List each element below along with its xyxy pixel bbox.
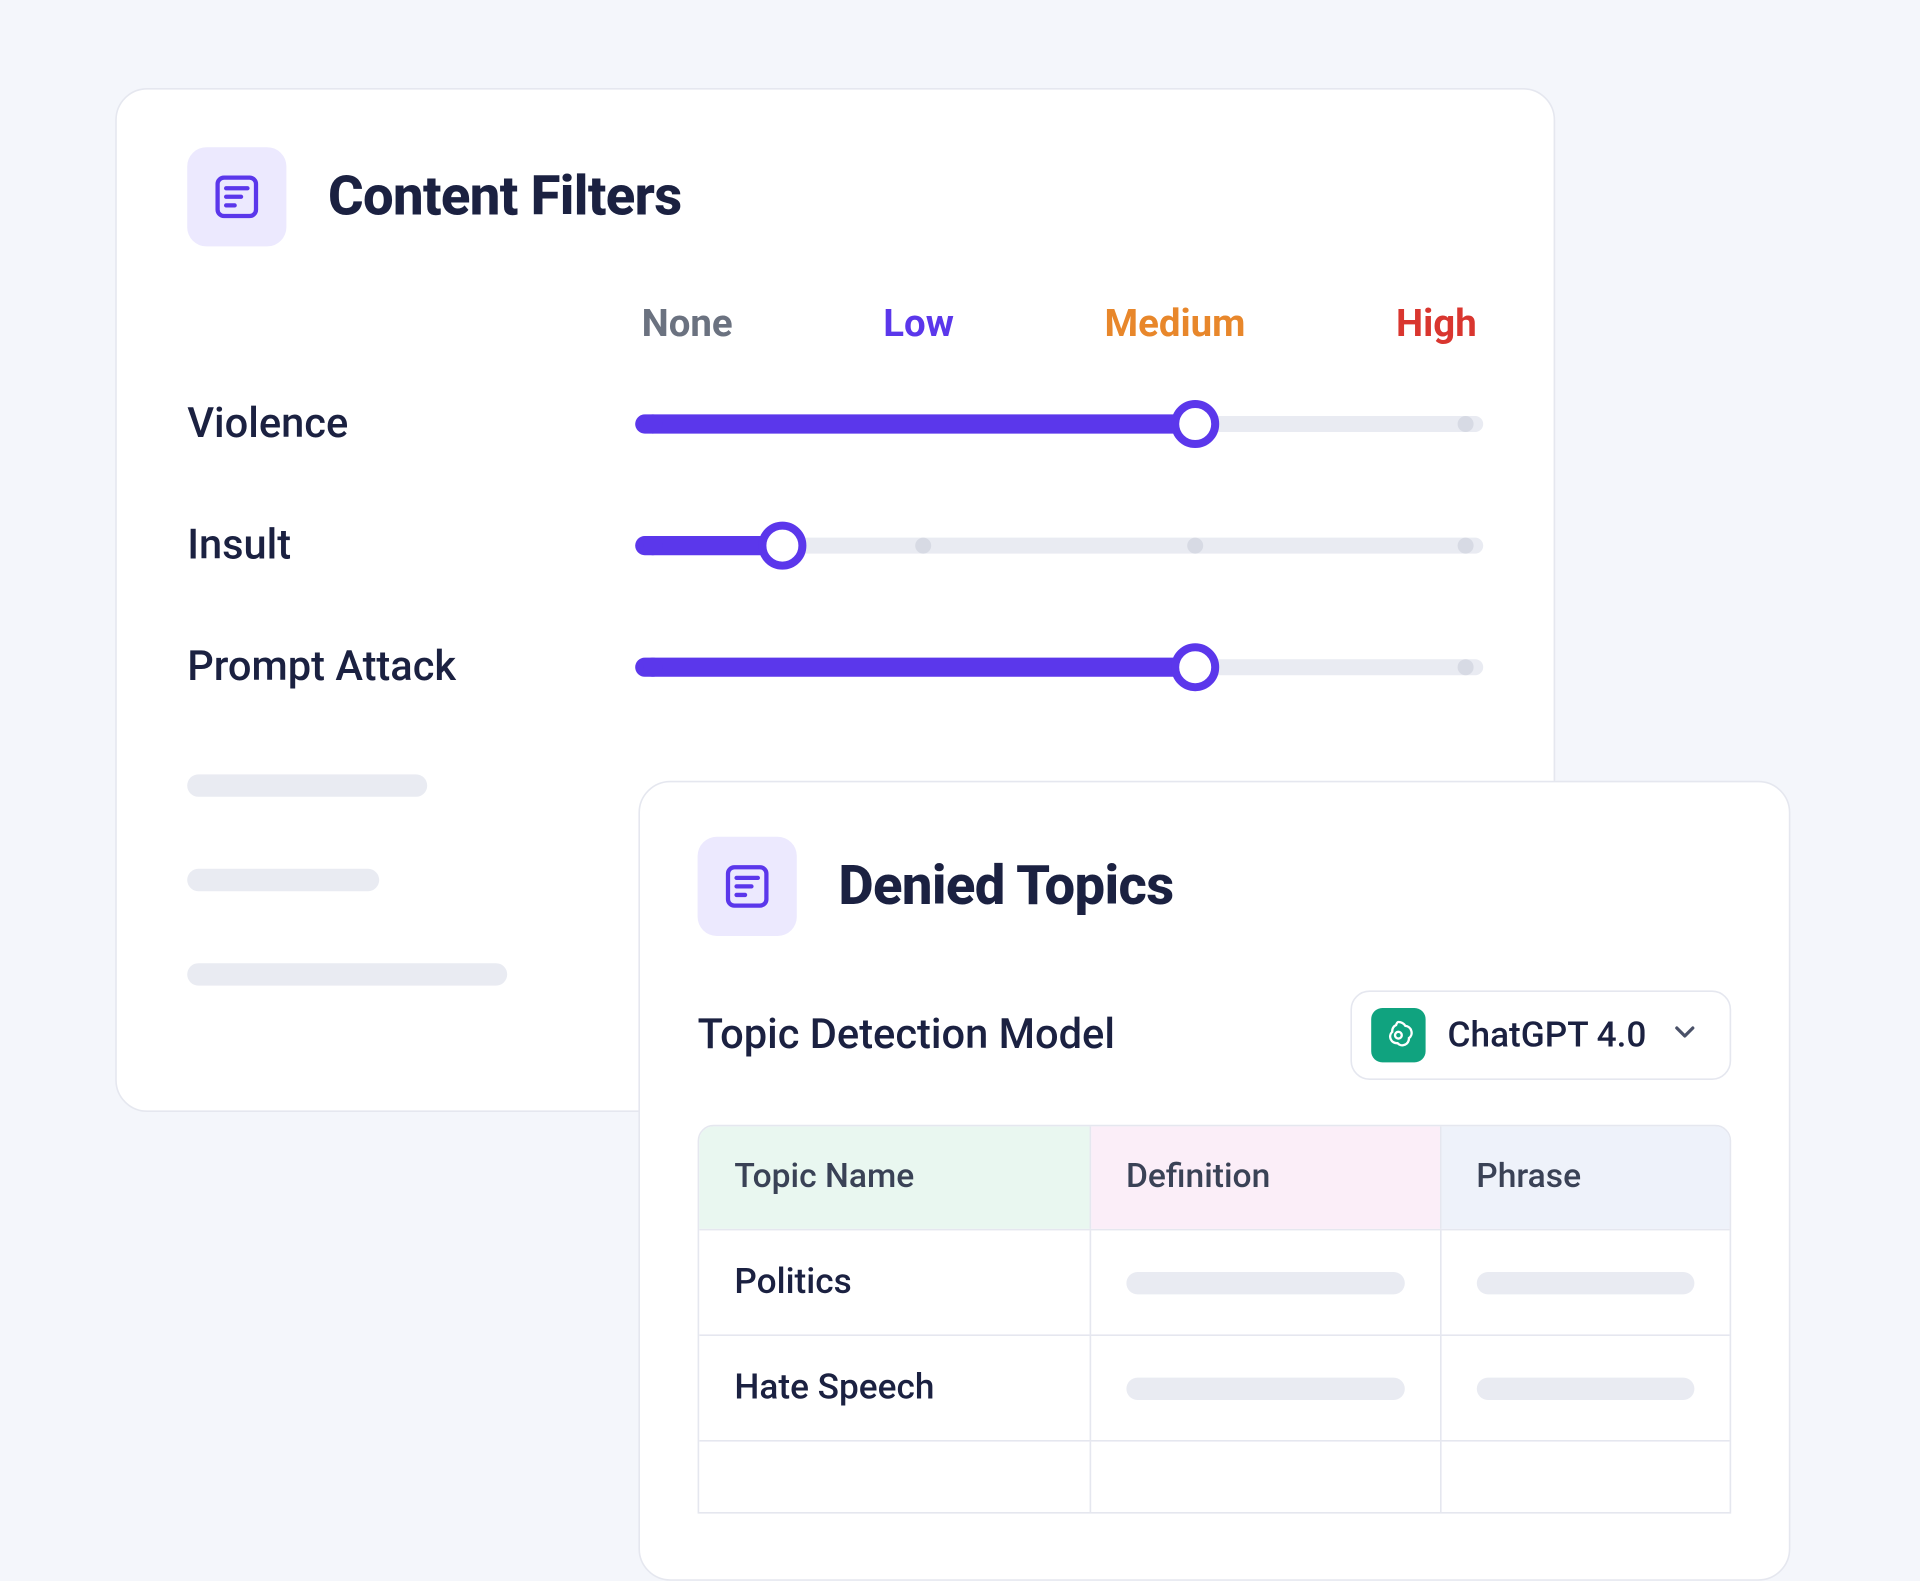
definition-cell [1091, 1336, 1441, 1440]
table-header: Topic Name Definition Phrase [699, 1126, 1729, 1230]
card-header: Content Filters [187, 147, 1483, 246]
filter-name: Violence [187, 400, 635, 448]
slider-thumb[interactable] [1171, 643, 1219, 691]
level-high: High [1396, 301, 1477, 346]
viewport: Content Filters None Low Medium High Vio… [0, 0, 1920, 1576]
filter-slider[interactable] [635, 645, 1483, 690]
model-row: Topic Detection Model ChatGPT 4.0 [698, 990, 1732, 1080]
openai-icon [1371, 1008, 1425, 1062]
col-topic-name: Topic Name [699, 1126, 1091, 1228]
placeholder-line [187, 869, 379, 891]
model-name: ChatGPT 4.0 [1448, 1015, 1647, 1055]
slider-tick [643, 658, 662, 677]
placeholder-line [187, 963, 507, 985]
phrase-cell [1441, 1336, 1730, 1440]
level-low: Low [883, 301, 954, 346]
card-header: Denied Topics [698, 837, 1732, 936]
placeholder-line [1126, 1377, 1404, 1399]
slider-tick [643, 414, 662, 433]
phrase-cell [1441, 1230, 1730, 1334]
table-row[interactable]: Politics [699, 1230, 1729, 1336]
model-label: Topic Detection Model [698, 1011, 1115, 1059]
topic-name-cell: Politics [699, 1230, 1091, 1334]
slider-tick [643, 536, 662, 555]
col-definition: Definition [1091, 1126, 1441, 1228]
filter-row: Insult [187, 502, 1483, 588]
topics-table: Topic Name Definition Phrase PoliticsHat… [698, 1125, 1732, 1514]
chevron-down-icon [1669, 1016, 1701, 1054]
filter-row: Prompt Attack [187, 624, 1483, 710]
topic-name-cell: Hate Speech [699, 1336, 1091, 1440]
card-title: Content Filters [328, 165, 682, 229]
definition-cell [1091, 1230, 1441, 1334]
slider-tick [1458, 659, 1474, 675]
filter-list-icon [698, 837, 797, 936]
placeholder-line [187, 774, 427, 796]
filter-slider[interactable] [635, 402, 1483, 447]
slider-tick [1458, 538, 1474, 554]
slider-thumb[interactable] [758, 522, 806, 570]
filter-name: Insult [187, 522, 635, 570]
denied-topics-card: Denied Topics Topic Detection Model Chat… [638, 781, 1790, 1581]
placeholder-line [1476, 1377, 1694, 1399]
level-medium: Medium [1105, 301, 1246, 346]
filter-name: Prompt Attack [187, 643, 635, 691]
col-phrase: Phrase [1441, 1126, 1730, 1228]
slider-tick [1187, 538, 1203, 554]
table-row [699, 1442, 1729, 1512]
placeholder-line [1126, 1271, 1404, 1293]
slider-thumb[interactable] [1171, 400, 1219, 448]
card-title: Denied Topics [838, 854, 1173, 918]
filter-list-icon [187, 147, 286, 246]
level-none: None [642, 301, 733, 346]
levels-row: None Low Medium High [187, 301, 1483, 346]
filter-slider[interactable] [635, 523, 1483, 568]
slider-tick [1458, 416, 1474, 432]
slider-tick [916, 538, 932, 554]
model-select[interactable]: ChatGPT 4.0 [1350, 990, 1731, 1080]
placeholder-line [1476, 1271, 1694, 1293]
filter-row: Violence [187, 381, 1483, 467]
table-row[interactable]: Hate Speech [699, 1336, 1729, 1442]
